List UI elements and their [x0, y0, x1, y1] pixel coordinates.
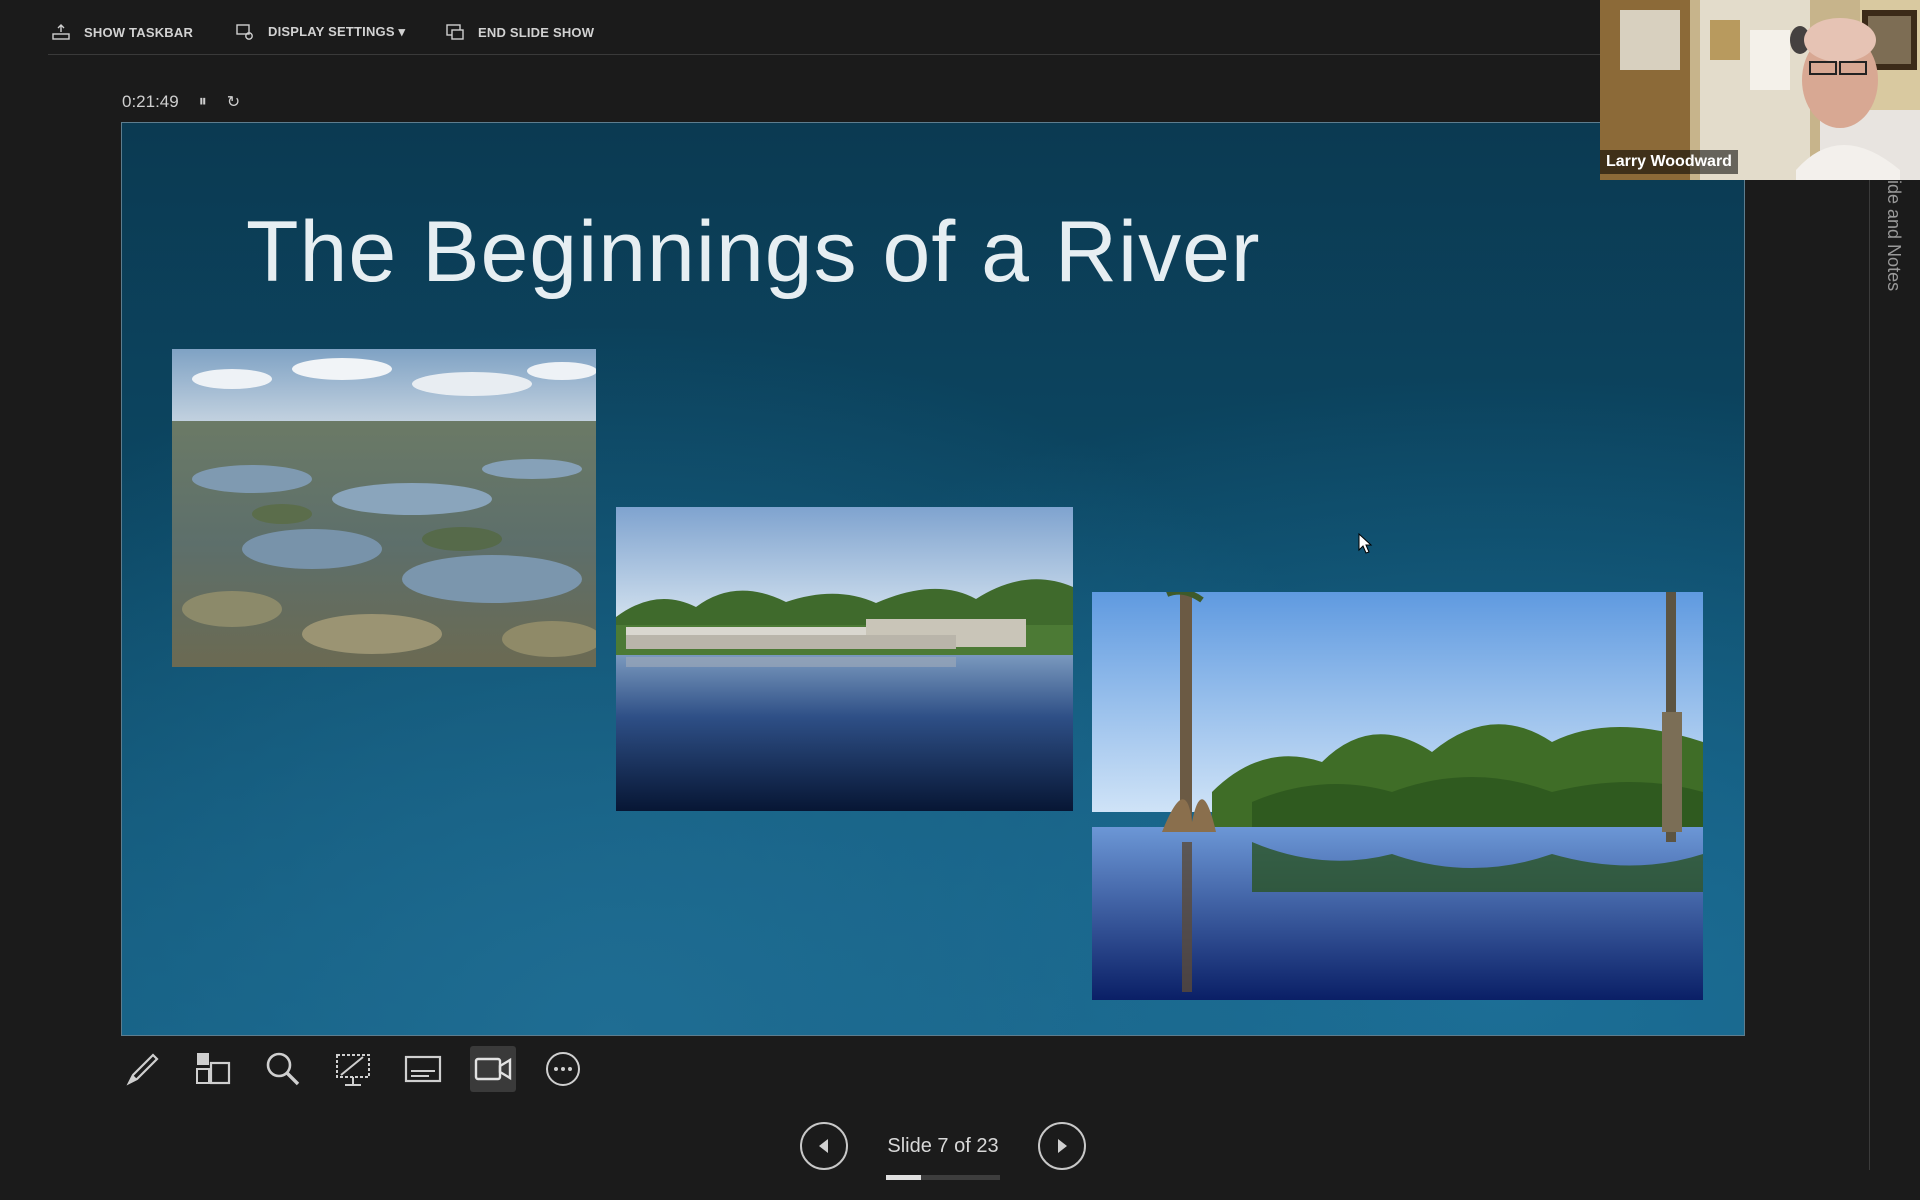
taskbar-icon: [52, 24, 70, 40]
slide-and-notes-tab[interactable]: ide and Notes: [1876, 180, 1916, 310]
camera-toggle-button[interactable]: [470, 1046, 516, 1092]
see-all-slides-button[interactable]: [190, 1046, 236, 1092]
dam-spillway-photo: [616, 507, 1073, 811]
next-slide-button[interactable]: [1038, 1122, 1086, 1170]
all-slides-icon: [196, 1053, 231, 1085]
cypress-river-photo: [1092, 592, 1703, 1000]
show-taskbar-button[interactable]: SHOW TASKBAR: [52, 20, 193, 44]
restart-timer-button[interactable]: ↻: [227, 92, 240, 112]
triangle-left-icon: [819, 1139, 828, 1153]
notes-panel-divider: [1869, 180, 1870, 1170]
end-slide-show-icon: [446, 24, 464, 40]
subtitles-icon: [404, 1055, 442, 1083]
slide-title: The Beginnings of a River: [246, 204, 1261, 300]
everglades-aerial-photo: [172, 349, 596, 667]
elapsed-time: 0:21:49: [122, 92, 179, 111]
toolbar-divider: [48, 54, 1600, 55]
display-settings-label: DISPLAY SETTINGS ▾: [268, 24, 406, 39]
end-slide-show-label: END SLIDE SHOW: [478, 24, 595, 40]
slide-and-notes-label: ide and Notes: [1884, 180, 1904, 292]
pointer-options-button[interactable]: [330, 1046, 376, 1092]
triangle-right-icon: [1058, 1139, 1067, 1153]
slide-navigation: Slide 7 of 23: [800, 1120, 1086, 1180]
display-settings-button[interactable]: DISPLAY SETTINGS ▾: [236, 20, 405, 44]
slide-progress-bar: [886, 1174, 1000, 1180]
more-icon: [546, 1052, 580, 1086]
slide-counter-label: Slide 7 of 23: [887, 1134, 999, 1157]
presenter-toolbar: SHOW TASKBAR DISPLAY SETTINGS ▾ END SLID…: [0, 0, 1600, 58]
pen-tool-button[interactable]: [120, 1046, 166, 1092]
end-slide-show-button[interactable]: END SLIDE SHOW: [446, 20, 594, 44]
zoom-button[interactable]: [260, 1046, 306, 1092]
subtitles-button[interactable]: [400, 1046, 446, 1092]
display-settings-icon: [236, 24, 253, 40]
slide-progress-fill: [886, 1174, 921, 1180]
mouse-pointer-icon: [1358, 533, 1373, 554]
pause-timer-button[interactable]: ⏸: [199, 93, 207, 111]
show-taskbar-label: SHOW TASKBAR: [84, 24, 194, 40]
slide-counter[interactable]: Slide 7 of 23: [848, 1134, 1038, 1180]
presenter-webcam: Larry Woodward: [1600, 0, 1920, 180]
slideshow-tools: [120, 1046, 586, 1094]
presenter-name-label: Larry Woodward: [1600, 150, 1738, 174]
previous-slide-button[interactable]: [800, 1122, 848, 1170]
zoom-icon: [266, 1052, 300, 1086]
camera-icon: [474, 1057, 512, 1081]
pointer-icon: [336, 1054, 370, 1086]
pen-icon: [126, 1053, 159, 1086]
slideshow-timer: 0:21:49 ⏸ ↻: [122, 90, 240, 114]
current-slide[interactable]: The Beginnings of a River: [121, 122, 1745, 1036]
more-options-button[interactable]: [540, 1046, 586, 1092]
